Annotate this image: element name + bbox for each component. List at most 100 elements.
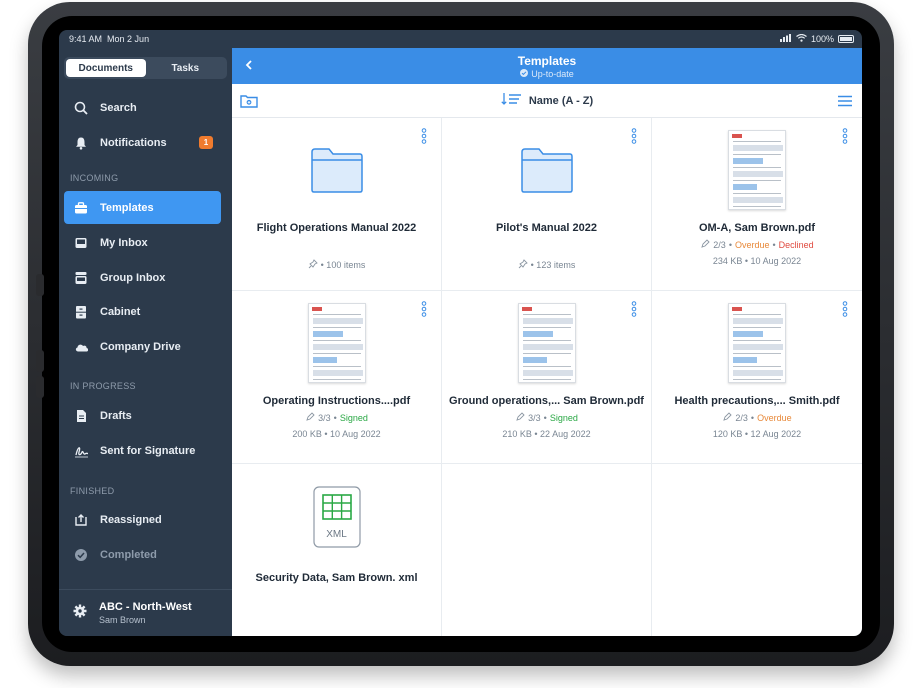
- sidebar-item-label: Group Inbox: [100, 271, 166, 284]
- signature-status: 2/3 • Overdue • Declined: [700, 239, 814, 251]
- meta-separator: •: [750, 413, 755, 423]
- file-title: Health precautions,... Smith.pdf: [674, 395, 840, 407]
- status-declined: Declined: [778, 240, 814, 250]
- sidebar-item-label: Reassigned: [100, 513, 162, 526]
- account-name: ABC - North-West: [99, 601, 192, 613]
- file-size-date: 120 KB • 12 Aug 2022: [712, 429, 802, 439]
- section-label-finished: FINISHED: [70, 486, 115, 496]
- file-meta: • 123 items: [518, 259, 575, 271]
- signature-status: 3/3 • Signed: [515, 412, 578, 424]
- more-options-icon[interactable]: [842, 301, 848, 322]
- more-options-icon[interactable]: [631, 301, 637, 322]
- sidebar-item-group-inbox[interactable]: Group Inbox: [64, 261, 221, 294]
- sidebar-item-label: Templates: [100, 201, 154, 214]
- folder-icon: [520, 130, 574, 210]
- screen: 9:41 AM Mon 2 Jun 100% Documents Tasks S…: [59, 30, 862, 636]
- signature-progress: 3/3: [318, 413, 331, 423]
- battery-percent: 100%: [810, 34, 834, 44]
- status-signed: Signed: [549, 413, 578, 423]
- cabinet-icon: [74, 305, 88, 319]
- sidebar-item-label: Notifications: [100, 136, 167, 149]
- sidebar-item-my-inbox[interactable]: My Inbox: [64, 226, 221, 259]
- signature-progress: 2/3: [713, 240, 726, 250]
- status-signed: Signed: [339, 413, 368, 423]
- device-side-button: [36, 376, 44, 398]
- document-thumbnail: [728, 303, 786, 383]
- folder-add-icon: [240, 95, 258, 108]
- file-card[interactable]: Pilot's Manual 2022 • 123 items: [442, 118, 652, 291]
- check-circle-icon: [74, 548, 88, 562]
- device-side-button: [36, 350, 44, 372]
- item-count: • 100 items: [320, 260, 366, 270]
- file-grid: Flight Operations Manual 2022 • 100 item…: [232, 118, 862, 636]
- new-folder-button[interactable]: [240, 93, 258, 113]
- file-card[interactable]: Health precautions,... Smith.pdf 2/3 • O…: [652, 291, 862, 464]
- search-icon: [74, 101, 88, 115]
- sidebar-item-sent-for-signature[interactable]: Sent for Signature: [64, 434, 221, 467]
- pdf-preview-icon: [517, 303, 576, 383]
- notification-badge: 1: [199, 136, 213, 149]
- view-toggle-button[interactable]: [838, 94, 852, 112]
- sidebar-item-label: Sent for Signature: [100, 444, 196, 457]
- sidebar-item-company-drive[interactable]: Company Drive: [64, 330, 221, 363]
- meta-separator: •: [543, 413, 547, 423]
- more-options-icon[interactable]: [421, 128, 427, 149]
- back-button[interactable]: [244, 58, 254, 75]
- document-icon: [74, 409, 88, 423]
- gear-icon: [73, 604, 87, 623]
- empty-cell: [652, 464, 862, 636]
- pdf-preview-icon: [728, 130, 786, 210]
- pen-icon: [305, 412, 315, 424]
- pdf-preview-icon: [307, 303, 366, 383]
- cloud-icon: [74, 340, 88, 354]
- sync-status: Up-to-date: [520, 68, 574, 79]
- signature-status: 3/3 • Signed: [305, 412, 368, 424]
- main-content: Templates Up-to-date Name (A - Z) Flight…: [232, 48, 862, 636]
- account-switcher[interactable]: ABC - North-West Sam Brown: [59, 589, 232, 636]
- check-circle-icon: [520, 68, 529, 79]
- file-type-label: XML: [326, 529, 347, 540]
- group-inbox-icon: [74, 271, 88, 285]
- navigation-bar: Templates Up-to-date: [232, 48, 862, 84]
- sidebar-item-label: Drafts: [100, 409, 132, 422]
- account-user: Sam Brown: [99, 615, 146, 625]
- file-size-date: 200 KB • 10 Aug 2022: [292, 429, 381, 439]
- file-card[interactable]: OM-A, Sam Brown.pdf 2/3 • Overdue • Decl…: [652, 118, 862, 291]
- sync-status-label: Up-to-date: [531, 68, 574, 79]
- section-label-in-progress: IN PROGRESS: [70, 381, 136, 391]
- more-options-icon[interactable]: [631, 128, 637, 149]
- file-title: Flight Operations Manual 2022: [256, 222, 417, 234]
- status-time: 9:41 AM: [69, 34, 103, 44]
- file-card[interactable]: Ground operations,... Sam Brown.pdf 3/3 …: [442, 291, 652, 464]
- file-size-date: 234 KB • 10 Aug 2022: [712, 256, 802, 266]
- status-indicators: 100%: [779, 33, 854, 44]
- briefcase-icon: [74, 201, 88, 215]
- account-info: ABC - North-West Sam Brown: [99, 601, 192, 625]
- more-options-icon[interactable]: [421, 301, 427, 322]
- pin-icon: [518, 259, 528, 271]
- status-bar: 9:41 AM Mon 2 Jun 100%: [59, 30, 862, 48]
- document-thumbnail: [517, 303, 576, 383]
- sort-control[interactable]: Name (A - Z): [501, 92, 593, 109]
- sidebar-item-reassigned[interactable]: Reassigned: [64, 503, 221, 536]
- file-card[interactable]: Flight Operations Manual 2022 • 100 item…: [232, 118, 442, 291]
- sidebar-item-notifications[interactable]: Notifications 1: [64, 126, 221, 159]
- status-date: Mon 2 Jun: [107, 34, 150, 44]
- file-meta: • 100 items: [308, 259, 366, 271]
- tab-documents[interactable]: Documents: [66, 59, 146, 77]
- sidebar-item-completed[interactable]: Completed: [64, 538, 221, 571]
- sidebar-item-cabinet[interactable]: Cabinet: [64, 295, 221, 328]
- sidebar-item-templates[interactable]: Templates: [64, 191, 221, 224]
- pen-icon: [515, 412, 525, 424]
- sidebar-item-search[interactable]: Search: [64, 91, 221, 124]
- file-title: Operating Instructions....pdf: [262, 395, 411, 407]
- file-card[interactable]: Operating Instructions....pdf 3/3 • Sign…: [232, 291, 442, 464]
- inbox-icon: [74, 236, 88, 250]
- document-thumbnail: [307, 303, 366, 383]
- pin-icon: [308, 259, 318, 271]
- sidebar-item-drafts[interactable]: Drafts: [64, 399, 221, 432]
- tab-tasks[interactable]: Tasks: [146, 59, 226, 77]
- file-card[interactable]: XML Security Data, Sam Brown. xml: [232, 464, 442, 636]
- sidebar-item-label: Completed: [100, 548, 157, 561]
- more-options-icon[interactable]: [842, 128, 848, 149]
